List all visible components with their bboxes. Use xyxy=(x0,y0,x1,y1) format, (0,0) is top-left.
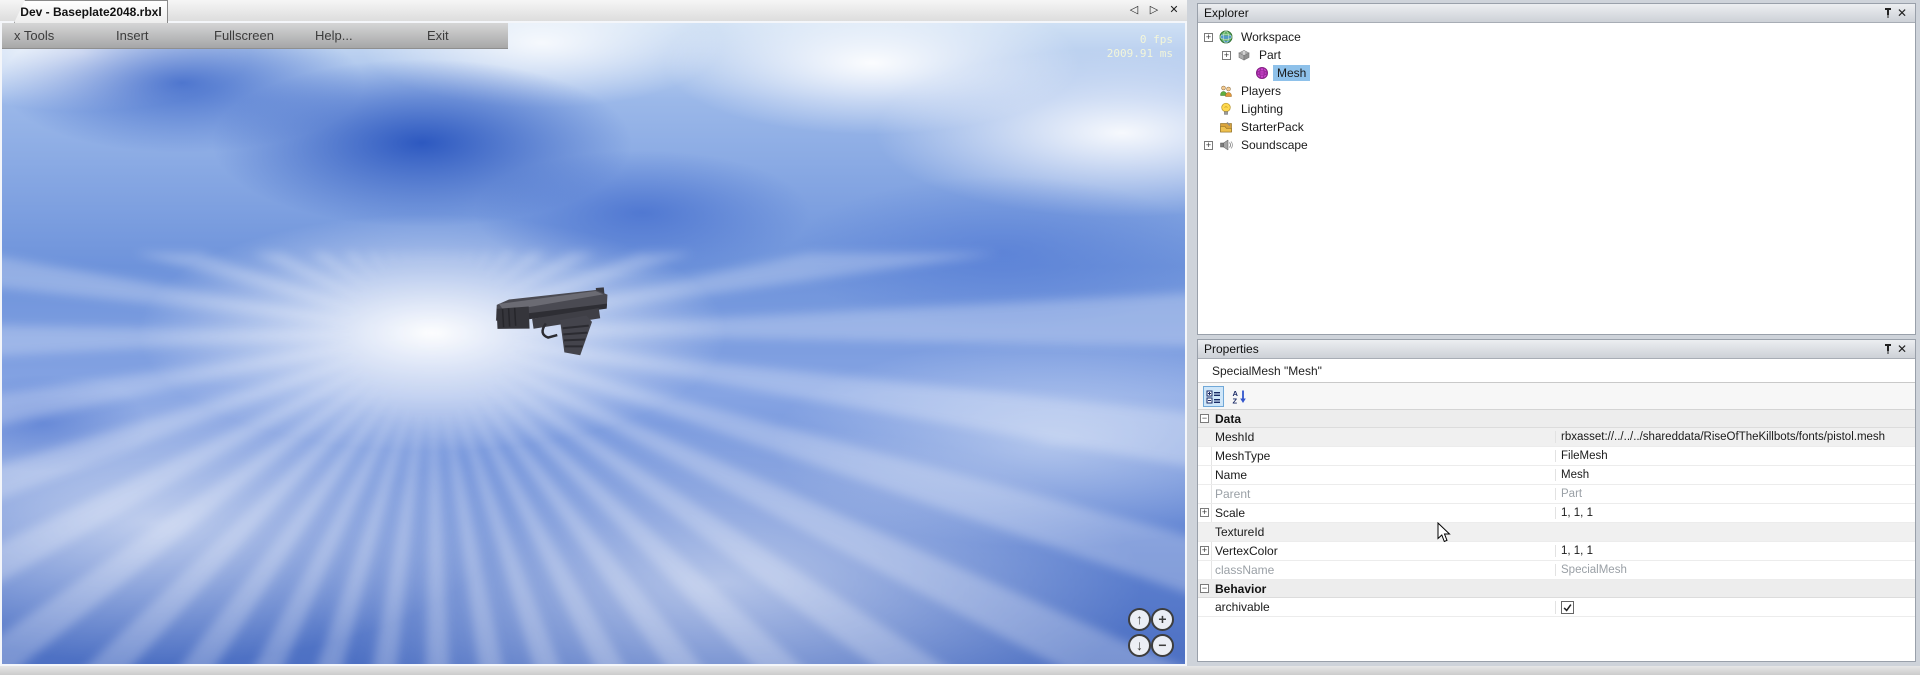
tree-item-label: Part xyxy=(1255,47,1285,63)
tree-item-label: Workspace xyxy=(1237,29,1305,45)
tree-item-mesh[interactable]: Mesh xyxy=(1198,64,1915,82)
properties-title: Properties xyxy=(1204,342,1259,356)
menu-item-tools[interactable]: x Tools xyxy=(14,28,54,43)
part-icon xyxy=(1237,48,1251,62)
expand-toggle-icon[interactable]: + xyxy=(1200,546,1209,555)
categorize-icon[interactable] xyxy=(1203,386,1224,407)
property-name: archivable xyxy=(1198,600,1555,614)
tab-close-icon[interactable]: ✕ xyxy=(1167,3,1181,18)
frame-ms-value: 2009.91 ms xyxy=(1107,47,1173,61)
tree-item-label: Lighting xyxy=(1237,101,1287,117)
mesh-icon xyxy=(1255,66,1269,80)
property-name: className xyxy=(1198,563,1555,577)
tree-item-players[interactable]: Players xyxy=(1198,82,1915,100)
selected-object-label: SpecialMesh "Mesh" xyxy=(1212,364,1322,378)
window-bottom-edge xyxy=(0,666,1920,675)
explorer-tree: + Workspace + Part Mesh Players xyxy=(1198,23,1915,154)
3d-viewport[interactable]: x Tools Insert Fullscreen Help... Exit 0… xyxy=(0,23,1187,666)
property-row-meshtype[interactable]: MeshType FileMesh xyxy=(1198,447,1915,466)
property-row-textureid[interactable]: TextureId xyxy=(1198,523,1915,542)
properties-toolbar: AZ xyxy=(1198,383,1915,410)
property-value[interactable]: FileMesh xyxy=(1555,450,1915,462)
property-name: Scale xyxy=(1198,506,1555,520)
tree-item-label: Players xyxy=(1237,83,1285,99)
performance-readout: 0 fps 2009.91 ms xyxy=(1107,33,1173,61)
explorer-panel: Explorer ✕ + Workspace + Part Mesh xyxy=(1197,3,1916,335)
property-row-parent: Parent Part xyxy=(1198,485,1915,504)
speaker-icon xyxy=(1219,138,1233,152)
tree-item-starterpack[interactable]: StarterPack xyxy=(1198,118,1915,136)
lightbulb-icon xyxy=(1219,102,1233,116)
menu-item-exit[interactable]: Exit xyxy=(427,28,449,43)
zoom-out-button[interactable]: − xyxy=(1151,634,1174,657)
property-row-archivable[interactable]: archivable xyxy=(1198,598,1915,617)
pistol-mesh[interactable] xyxy=(494,282,620,360)
close-icon[interactable]: ✕ xyxy=(1895,6,1909,20)
property-grid: − Data MeshId rbxasset://../../../shared… xyxy=(1198,410,1915,654)
expand-toggle-icon[interactable]: + xyxy=(1204,141,1213,150)
globe-icon xyxy=(1219,30,1233,44)
menu-item-insert[interactable]: Insert xyxy=(116,28,149,43)
pan-down-button[interactable]: ↓ xyxy=(1128,634,1151,657)
property-value[interactable]: 1, 1, 1 xyxy=(1555,545,1915,557)
zoom-in-button[interactable]: + xyxy=(1151,608,1174,631)
property-row-vertexcolor[interactable]: + VertexColor 1, 1, 1 xyxy=(1198,542,1915,561)
property-name: VertexColor xyxy=(1198,544,1555,558)
collapse-toggle-icon[interactable]: − xyxy=(1200,584,1209,593)
menu-item-fullscreen[interactable]: Fullscreen xyxy=(214,28,274,43)
section-label: Behavior xyxy=(1198,582,1555,596)
archivable-checkbox[interactable] xyxy=(1561,601,1574,614)
explorer-title: Explorer xyxy=(1204,6,1249,20)
menu-item-help[interactable]: Help... xyxy=(315,28,353,43)
collapse-toggle-icon[interactable]: − xyxy=(1200,414,1209,423)
pin-icon[interactable] xyxy=(1881,6,1895,20)
sort-alpha-icon[interactable]: AZ xyxy=(1229,386,1250,407)
property-row-classname: className SpecialMesh xyxy=(1198,561,1915,580)
tree-item-label: Mesh xyxy=(1273,65,1310,81)
svg-text:Z: Z xyxy=(1233,396,1238,404)
starterpack-icon xyxy=(1219,120,1233,134)
document-tab[interactable]: Dev - Baseplate2048.rbxl xyxy=(14,0,168,23)
fps-value: 0 fps xyxy=(1107,33,1173,47)
expand-toggle-icon[interactable]: + xyxy=(1200,508,1209,517)
tab-strip: Dev - Baseplate2048.rbxl ◁ ▷ ✕ xyxy=(0,0,1187,23)
property-row-scale[interactable]: + Scale 1, 1, 1 xyxy=(1198,504,1915,523)
properties-title-bar: Properties ✕ xyxy=(1198,340,1915,359)
property-value: Part xyxy=(1555,488,1915,500)
pin-icon[interactable] xyxy=(1881,342,1895,356)
tree-item-label: StarterPack xyxy=(1237,119,1308,135)
tree-item-soundscape[interactable]: + Soundscape xyxy=(1198,136,1915,154)
property-row-meshid[interactable]: MeshId rbxasset://../../../shareddata/Ri… xyxy=(1198,428,1915,447)
property-name: TextureId xyxy=(1198,525,1555,539)
tree-item-workspace[interactable]: + Workspace xyxy=(1198,28,1915,46)
property-value[interactable]: 1, 1, 1 xyxy=(1555,507,1915,519)
property-name: MeshType xyxy=(1198,449,1555,463)
property-value[interactable]: rbxasset://../../../shareddata/RiseOfThe… xyxy=(1555,431,1915,443)
expand-toggle-icon[interactable]: + xyxy=(1204,33,1213,42)
expand-toggle-icon[interactable]: + xyxy=(1222,51,1231,60)
tree-item-lighting[interactable]: Lighting xyxy=(1198,100,1915,118)
section-header-behavior[interactable]: − Behavior xyxy=(1198,580,1915,598)
section-label: Data xyxy=(1198,412,1555,426)
property-value[interactable]: Mesh xyxy=(1555,469,1915,481)
tree-item-part[interactable]: + Part xyxy=(1198,46,1915,64)
properties-panel: Properties ✕ SpecialMesh "Mesh" AZ − Dat… xyxy=(1197,339,1916,662)
tab-scroll-left-icon[interactable]: ◁ xyxy=(1127,3,1141,18)
property-row-name[interactable]: Name Mesh xyxy=(1198,466,1915,485)
game-menu-bar: x Tools Insert Fullscreen Help... Exit xyxy=(2,23,508,49)
property-name: Name xyxy=(1198,468,1555,482)
property-value: SpecialMesh xyxy=(1555,564,1915,576)
property-name: MeshId xyxy=(1198,430,1555,444)
section-header-data[interactable]: − Data xyxy=(1198,410,1915,428)
tab-scroll-right-icon[interactable]: ▷ xyxy=(1147,3,1161,18)
tree-item-label: Soundscape xyxy=(1237,137,1312,153)
explorer-title-bar: Explorer ✕ xyxy=(1198,4,1915,23)
players-icon xyxy=(1219,84,1233,98)
pan-up-button[interactable]: ↑ xyxy=(1128,608,1151,631)
property-name: Parent xyxy=(1198,487,1555,501)
selected-object-dropdown[interactable]: SpecialMesh "Mesh" xyxy=(1198,359,1915,383)
close-icon[interactable]: ✕ xyxy=(1895,342,1909,356)
